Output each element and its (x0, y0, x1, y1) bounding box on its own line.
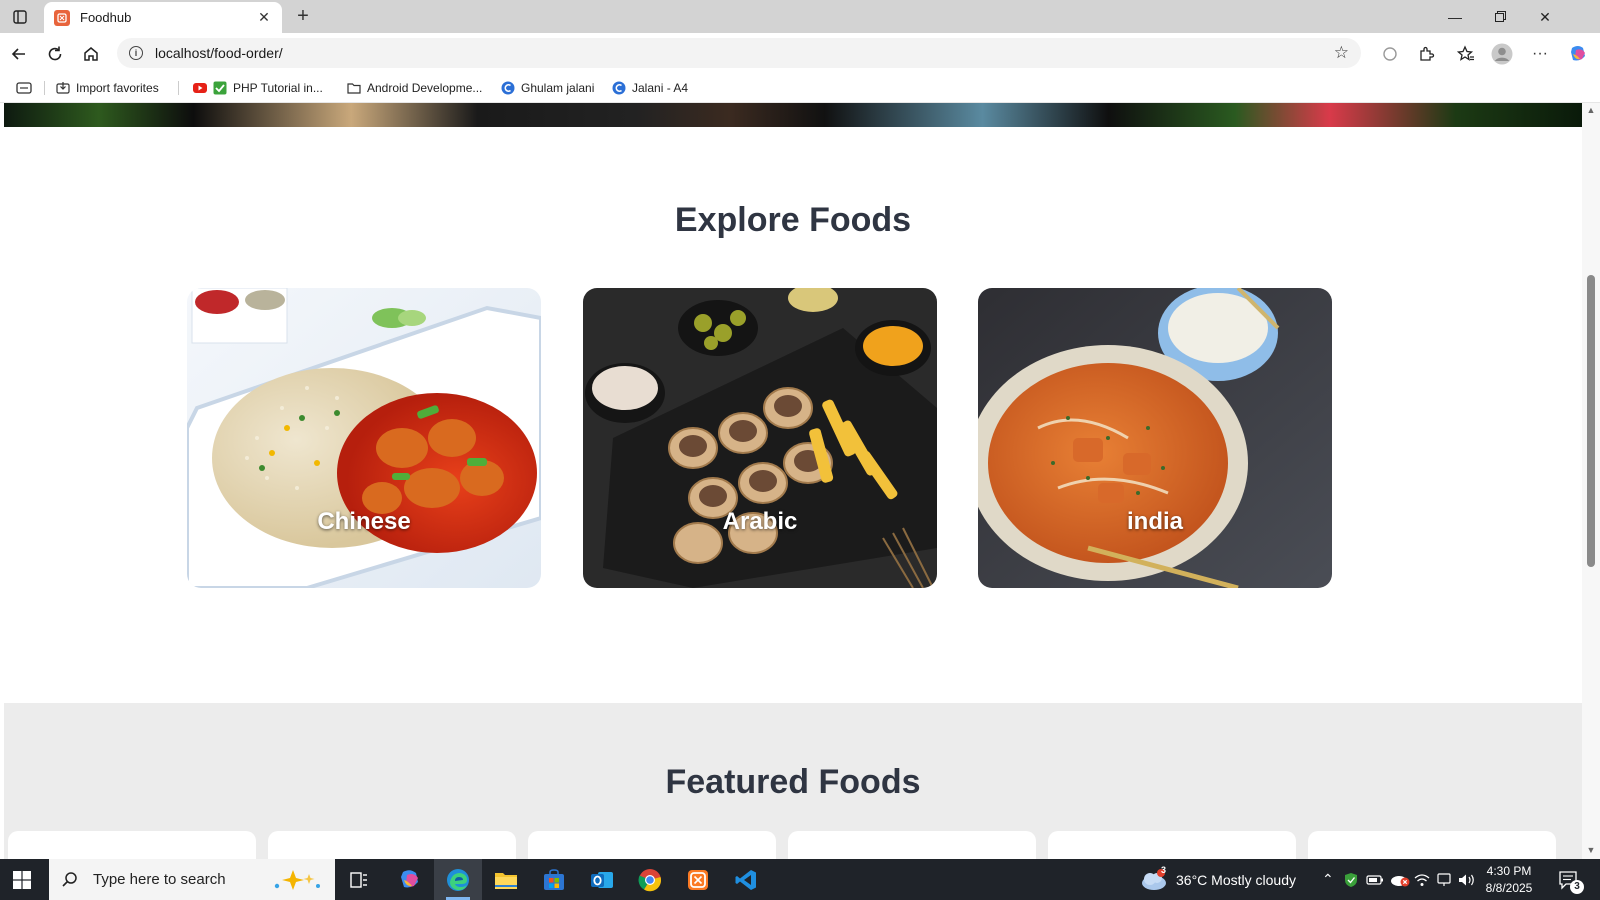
site-icon (501, 81, 515, 95)
bookmark-jalani-a4[interactable]: Jalani - A4 (612, 79, 688, 97)
bookmark-separator (44, 81, 45, 95)
featured-food-card[interactable] (1308, 831, 1556, 859)
search-highlight-icon (274, 869, 320, 890)
taskbar-search-box[interactable]: Type here to search (49, 859, 335, 900)
windows-taskbar: Type here to search 3 36°C Mostly cloudy (0, 859, 1600, 900)
copilot-icon[interactable] (1566, 42, 1590, 66)
minimize-button[interactable]: — (1442, 7, 1468, 27)
chinese-food-image (187, 288, 541, 588)
onedrive-error-icon[interactable] (1390, 859, 1410, 900)
new-tab-button[interactable]: + (292, 6, 314, 28)
chrome-icon[interactable] (626, 859, 674, 900)
extensions-icon[interactable] (1414, 42, 1438, 66)
url-text: localhost/food-order/ (155, 45, 283, 61)
settings-menu-icon[interactable]: ··· (1528, 42, 1552, 66)
scroll-down-icon[interactable]: ▼ (1586, 845, 1596, 855)
checkbox-icon (213, 81, 227, 95)
display-icon[interactable] (1437, 859, 1451, 900)
weather-widget[interactable]: 3 36°C Mostly cloudy (1140, 859, 1296, 900)
indian-food-image (978, 288, 1332, 588)
category-label: india (1126, 508, 1183, 535)
windows-start-icon[interactable] (13, 871, 31, 889)
bookmark-label: PHP Tutorial in... (233, 81, 323, 95)
taskbar-clock[interactable]: 4:30 PM 8/8/2025 (1479, 863, 1539, 897)
show-hidden-icons[interactable]: ⌃ (1322, 859, 1334, 900)
scroll-up-icon[interactable]: ▲ (1586, 105, 1596, 115)
featured-food-card[interactable] (1048, 831, 1296, 859)
copilot-app-icon[interactable] (386, 859, 434, 900)
youtube-icon (193, 83, 207, 93)
import-icon (56, 82, 70, 94)
hero-banner-image (4, 103, 1582, 127)
profile-avatar-icon[interactable] (1490, 42, 1514, 66)
outlook-icon[interactable] (578, 859, 626, 900)
site-info-icon[interactable]: i (129, 46, 143, 60)
bookmark-label: Ghulam jalani (521, 81, 595, 95)
bookmark-label: Android Developme... (367, 81, 483, 95)
favorite-star-icon[interactable]: ☆ (1334, 43, 1349, 63)
reading-view-icon[interactable] (16, 79, 32, 97)
bookmark-php-tutorial[interactable]: PHP Tutorial in... (193, 79, 323, 97)
bookmark-separator (178, 81, 179, 95)
featured-food-card[interactable] (268, 831, 516, 859)
category-label: Arabic (722, 508, 798, 535)
file-explorer-icon[interactable] (482, 859, 530, 900)
battery-icon[interactable] (1366, 859, 1384, 900)
browser-toolbar: i localhost/food-order/ ☆ ··· (0, 33, 1600, 73)
clock-time: 4:30 PM (1486, 864, 1532, 878)
address-bar[interactable]: i localhost/food-order/ ☆ (117, 38, 1361, 68)
featured-foods-heading: Featured Foods (665, 763, 921, 801)
microsoft-store-icon[interactable] (530, 859, 578, 900)
featured-food-card[interactable] (8, 831, 256, 859)
featured-foods-section: Featured Foods (4, 703, 1582, 859)
bookmark-label: Jalani - A4 (632, 81, 689, 95)
back-button[interactable] (6, 41, 32, 67)
notification-count-badge: 3 (1570, 880, 1584, 894)
bookmarks-bar: Import favorites PHP Tutorial in... Andr… (0, 73, 1600, 103)
browser-titlebar: Foodhub ✕ + — ✕ (0, 0, 1600, 33)
favorites-icon[interactable] (1454, 42, 1478, 66)
edge-app-icon[interactable] (434, 859, 482, 900)
search-placeholder: Type here to search (93, 871, 226, 888)
scrollbar-thumb[interactable] (1587, 275, 1595, 567)
featured-food-card[interactable] (788, 831, 1036, 859)
close-window-button[interactable]: ✕ (1532, 7, 1558, 27)
browser-essentials-icon[interactable] (1378, 42, 1402, 66)
tab-title: Foodhub (80, 10, 132, 25)
volume-icon[interactable] (1458, 859, 1476, 900)
task-view-icon[interactable] (335, 859, 383, 900)
category-label: Chinese (317, 508, 411, 535)
folder-icon (347, 83, 361, 94)
weather-alert-badge: 3 (1161, 865, 1167, 875)
tab-actions-icon[interactable] (8, 5, 32, 29)
category-card-india[interactable]: india (978, 288, 1332, 588)
network-icon[interactable] (1414, 859, 1430, 900)
bookmark-ghulam-jalani[interactable]: Ghulam jalani (501, 79, 594, 97)
category-card-chinese[interactable]: Chinese (187, 288, 541, 588)
category-card-arabic[interactable]: Arabic (583, 288, 937, 588)
restore-button[interactable] (1487, 7, 1513, 27)
bookmark-android-development[interactable]: Android Developme... (347, 79, 482, 97)
site-icon (612, 81, 626, 95)
page-viewport: Explore Foods Chinese Arabic india Featu… (4, 103, 1582, 859)
featured-food-card[interactable] (528, 831, 776, 859)
home-button[interactable] (78, 41, 104, 67)
arabic-food-image (583, 288, 937, 588)
weather-text: 36°C Mostly cloudy (1176, 871, 1296, 888)
bookmark-label: Import favorites (76, 81, 159, 95)
security-icon[interactable] (1344, 859, 1358, 900)
tab-close-icon[interactable]: ✕ (256, 9, 272, 26)
foodhub-favicon-icon (54, 9, 70, 26)
search-icon (62, 871, 77, 887)
explore-foods-heading: Explore Foods (674, 201, 912, 239)
page-scrollbar[interactable]: ▲ ▼ (1582, 103, 1600, 859)
browser-tab[interactable]: Foodhub ✕ (44, 2, 282, 33)
clock-date: 8/8/2025 (1485, 881, 1533, 895)
xampp-icon[interactable] (674, 859, 722, 900)
vscode-icon[interactable] (722, 859, 770, 900)
notifications-icon[interactable]: 3 (1558, 859, 1584, 900)
bookmark-import-favorites[interactable]: Import favorites (56, 79, 159, 97)
reload-button[interactable] (42, 41, 68, 67)
